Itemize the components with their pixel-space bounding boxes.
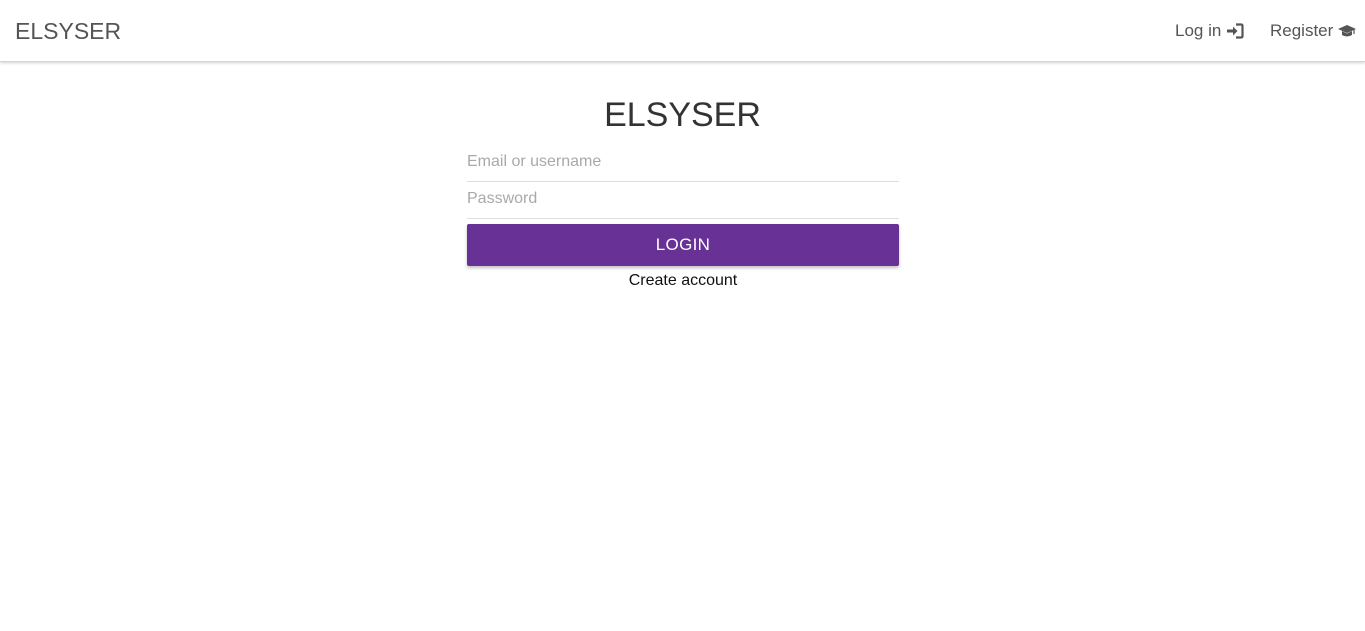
nav-login-link[interactable]: Log in bbox=[1175, 20, 1245, 42]
username-input[interactable] bbox=[467, 145, 899, 179]
password-field-wrapper bbox=[467, 182, 899, 219]
password-input[interactable] bbox=[467, 182, 899, 216]
login-form: LOGIN Create account bbox=[467, 145, 899, 289]
graduation-cap-icon bbox=[1337, 22, 1357, 40]
username-field-wrapper bbox=[467, 145, 899, 182]
create-account-link[interactable]: Create account bbox=[467, 271, 899, 291]
page-title: ELSYSER bbox=[604, 96, 761, 134]
nav-register-label: Register bbox=[1270, 21, 1334, 40]
login-button[interactable]: LOGIN bbox=[467, 224, 899, 266]
nav-login-label: Log in bbox=[1175, 21, 1222, 40]
nav-register-link[interactable]: Register bbox=[1270, 20, 1357, 42]
top-navbar: ELSYSER Log in Register bbox=[0, 0, 1365, 62]
sign-in-icon bbox=[1225, 22, 1245, 40]
brand-logo-link[interactable]: ELSYSER bbox=[15, 17, 121, 45]
